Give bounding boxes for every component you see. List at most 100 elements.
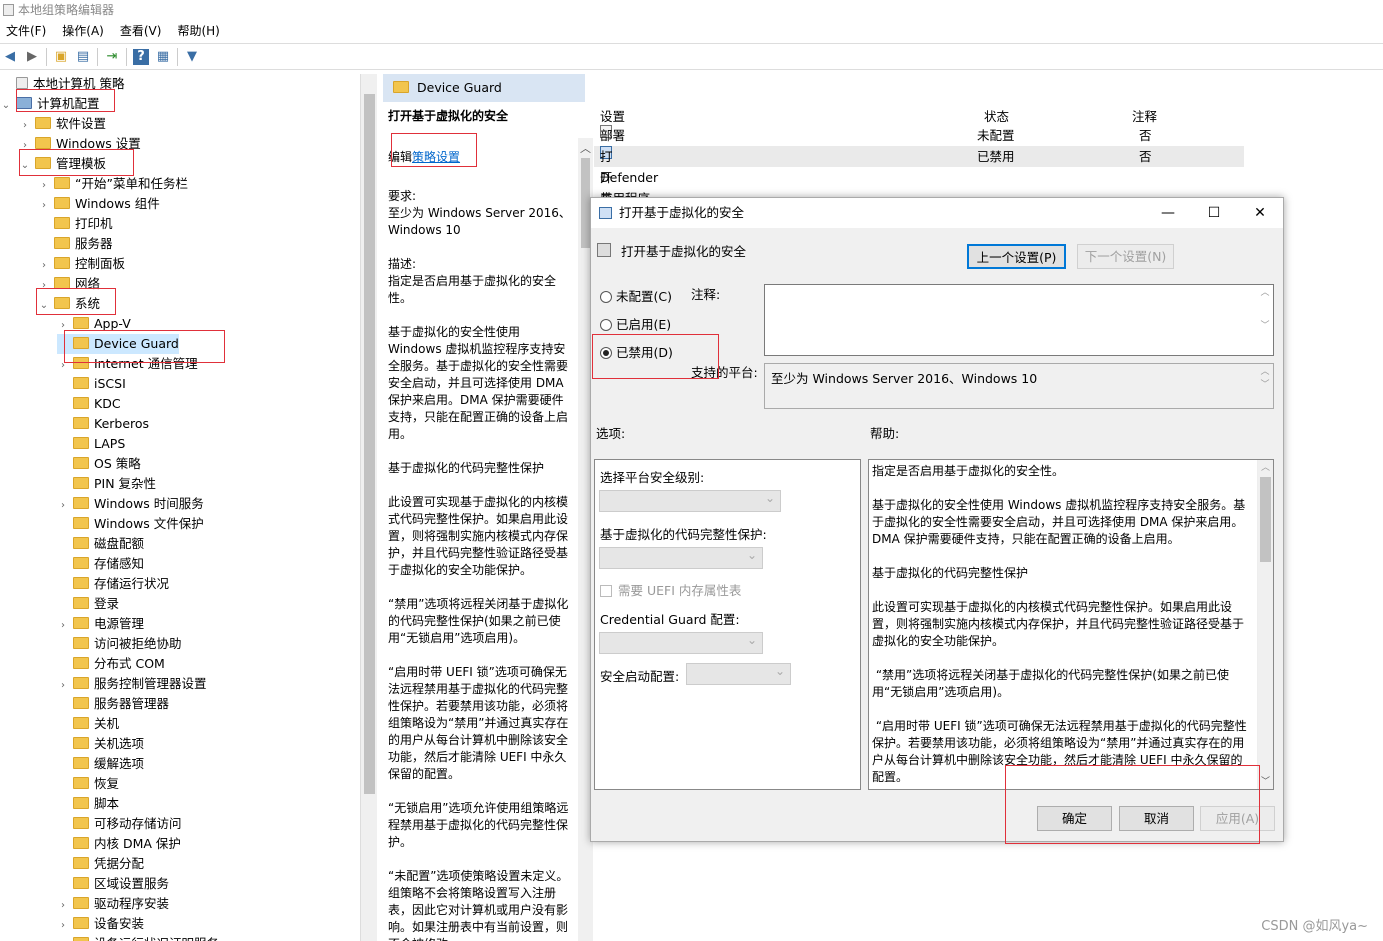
expand-icon[interactable]: ›	[57, 916, 69, 936]
expand-icon[interactable]: ›	[38, 196, 50, 216]
tree-admin-templates[interactable]: ⌄ 管理模板	[19, 154, 106, 174]
secure-launch-select[interactable]	[686, 663, 791, 685]
tree-item[interactable]: › Windows 组件	[38, 194, 160, 214]
comment-textarea[interactable]: ︿ ﹀	[764, 284, 1274, 356]
tree-root[interactable]: 本地计算机 策略	[0, 74, 124, 94]
tree-item[interactable]: › 设备安装	[57, 914, 144, 934]
menu-action[interactable]: 操作(A)	[62, 20, 104, 42]
ok-button[interactable]: 确定	[1037, 806, 1112, 831]
tree-item[interactable]: 分布式 COM	[57, 654, 165, 674]
tree-item[interactable]: › 设备运行状况证明服务	[57, 934, 219, 941]
expand-icon[interactable]: ›	[57, 676, 69, 696]
cancel-button[interactable]: 取消	[1119, 806, 1194, 831]
tree-item[interactable]: › 驱动程序安装	[57, 894, 169, 914]
expand-icon[interactable]: ›	[38, 276, 50, 296]
tree-item[interactable]: 磁盘配额	[57, 534, 144, 554]
hvci-select[interactable]	[599, 547, 763, 569]
tree-item[interactable]: Windows 文件保护	[57, 514, 204, 534]
tree-windows-settings[interactable]: › Windows 设置	[19, 134, 141, 154]
collapse-icon[interactable]: ⌄	[19, 156, 31, 176]
back-icon[interactable]: ◀	[2, 49, 18, 65]
tree-item[interactable]: LAPS	[57, 434, 125, 454]
tree-item[interactable]: 打印机	[38, 214, 113, 234]
tree-item[interactable]: iSCSI	[57, 374, 126, 394]
tree-item[interactable]: 存储运行状况	[57, 574, 169, 594]
help-paragraph: 基于虚拟化的代码完整性保护	[872, 566, 1029, 580]
tree-item[interactable]: › Windows 时间服务	[57, 494, 204, 514]
tree-item[interactable]: › 服务控制管理器设置	[57, 674, 207, 694]
expand-icon[interactable]: ›	[19, 116, 31, 136]
filter-icon[interactable]: ▼	[184, 49, 200, 65]
col-setting[interactable]: 设置	[600, 106, 625, 125]
menu-file[interactable]: 文件(F)	[6, 20, 46, 42]
radio-disabled[interactable]: 已禁用(D)	[600, 345, 673, 361]
up-folder-icon[interactable]: ▣	[53, 49, 69, 65]
apply-button[interactable]: 应用(A)	[1200, 806, 1275, 831]
tree-item[interactable]: Kerberos	[57, 414, 149, 434]
tree-computer-config[interactable]: ⌄ 计算机配置	[0, 94, 100, 114]
menu-help[interactable]: 帮助(H)	[177, 20, 219, 42]
expand-icon[interactable]: ›	[38, 256, 50, 276]
scroll-down-icon[interactable]: ﹀	[1261, 774, 1270, 787]
col-state[interactable]: 状态	[984, 106, 1009, 125]
expand-icon[interactable]: ›	[57, 616, 69, 636]
close-icon[interactable]: ✕	[1237, 198, 1283, 228]
list-row[interactable]: 部署 Windows Defender 应用程序控制 未配置 否	[594, 125, 1244, 227]
uefi-checkbox[interactable]: 需要 UEFI 内存属性表	[600, 580, 741, 599]
expand-icon[interactable]: ›	[57, 496, 69, 516]
tree-item[interactable]: OS 策略	[57, 454, 141, 474]
expand-icon[interactable]: ›	[19, 136, 31, 156]
tree-item[interactable]: 登录	[57, 594, 119, 614]
tree-item[interactable]: › 网络	[38, 274, 100, 294]
tree-item[interactable]: PIN 复杂性	[57, 474, 156, 494]
expand-icon[interactable]: ›	[38, 176, 50, 196]
tree-item[interactable]: 区域设置服务	[57, 874, 169, 894]
tree-item[interactable]: 关机	[57, 714, 119, 734]
maximize-icon[interactable]: ☐	[1191, 198, 1237, 228]
scroll-up-icon[interactable]: ︿	[580, 140, 591, 156]
list-row[interactable]: 打开基于虚拟化的安全 已禁用 否	[594, 146, 1244, 353]
expand-icon[interactable]: ›	[57, 936, 69, 941]
tree-item[interactable]: 服务器	[38, 234, 113, 254]
radio-not-configured[interactable]: 未配置(C)	[600, 289, 672, 305]
policy-settings-link[interactable]: 策略设置	[412, 150, 460, 164]
tree-item[interactable]: › 控制面板	[38, 254, 125, 274]
collapse-icon[interactable]: ⌄	[38, 296, 50, 316]
tree-item[interactable]: KDC	[57, 394, 121, 414]
show-hide-icon[interactable]: ▤	[75, 49, 91, 65]
help-icon[interactable]: ?	[133, 48, 149, 65]
tree-item[interactable]: 脚本	[57, 794, 119, 814]
platform-level-select[interactable]	[599, 490, 781, 512]
credential-guard-select[interactable]	[599, 632, 763, 654]
next-setting-button[interactable]: 下一个设置(N)	[1077, 244, 1174, 269]
tree-item[interactable]: 存储感知	[57, 554, 144, 574]
collapse-icon[interactable]: ⌄	[0, 96, 12, 116]
tree-software[interactable]: › 软件设置	[19, 114, 106, 134]
tree-item[interactable]: › 电源管理	[57, 614, 144, 634]
prev-setting-button[interactable]: 上一个设置(P)	[967, 244, 1066, 269]
tree-item[interactable]: › Internet 通信管理	[57, 354, 198, 374]
tree-device-guard[interactable]: Device Guard	[57, 334, 179, 354]
tree-item[interactable]: 关机选项	[57, 734, 144, 754]
minimize-icon[interactable]: —	[1145, 198, 1191, 228]
tree-item[interactable]: 缓解选项	[57, 754, 144, 774]
tree-item[interactable]: 内核 DMA 保护	[57, 834, 181, 854]
tree-system[interactable]: ⌄ 系统	[38, 294, 100, 314]
tree-item[interactable]: 恢复	[57, 774, 119, 794]
menu-view[interactable]: 查看(V)	[120, 20, 162, 42]
tree-item[interactable]: › App-V	[57, 314, 131, 334]
export-icon[interactable]: ⇥	[104, 49, 120, 65]
forward-icon[interactable]: ▶	[24, 49, 40, 65]
expand-icon[interactable]: ›	[57, 896, 69, 916]
expand-icon[interactable]: ›	[57, 356, 69, 376]
tree-item[interactable]: 凭据分配	[57, 854, 144, 874]
col-comment[interactable]: 注释	[1132, 106, 1157, 125]
tree-item[interactable]: 服务器管理器	[57, 694, 169, 714]
radio-enabled[interactable]: 已启用(E)	[600, 317, 671, 333]
expand-icon[interactable]: ›	[57, 316, 69, 336]
tree-scrollbar[interactable]	[360, 74, 377, 941]
tree-item[interactable]: › “开始”菜单和任务栏	[38, 174, 188, 194]
tree-item[interactable]: 可移动存储访问	[57, 814, 182, 834]
properties-icon[interactable]: ▦	[155, 49, 171, 65]
tree-item[interactable]: 访问被拒绝协助	[57, 634, 182, 654]
